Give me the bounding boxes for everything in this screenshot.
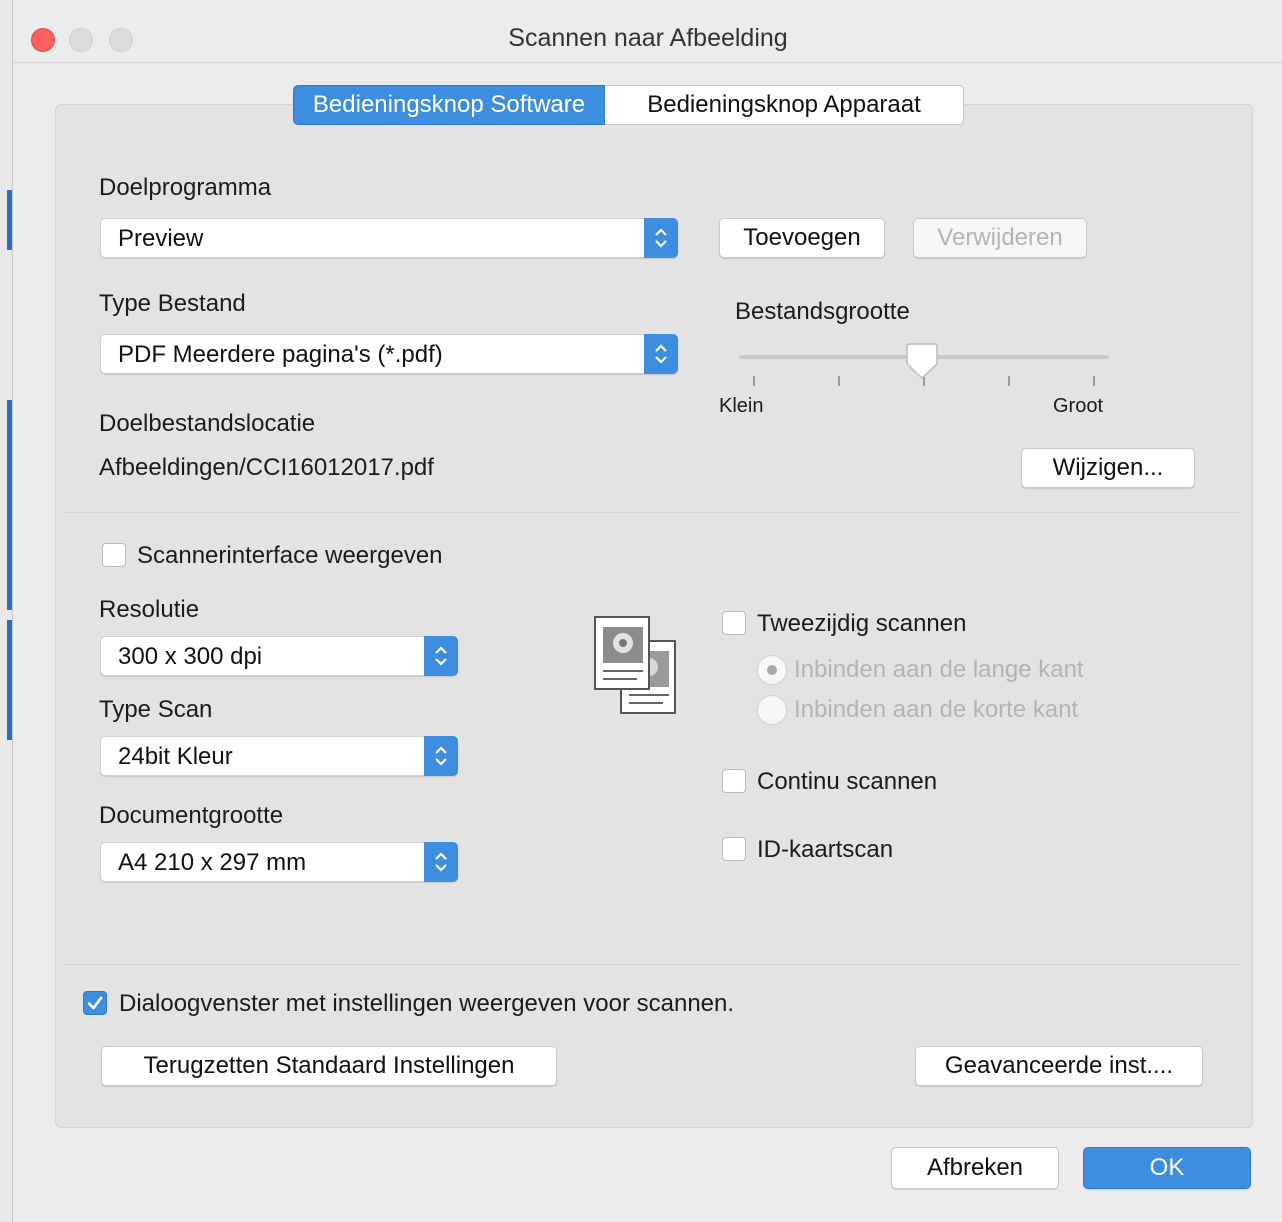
window-title: Scannen naar Afbeelding: [508, 24, 788, 52]
title-bar: Scannen naar Afbeelding: [13, 0, 1282, 63]
updown-chevron-icon: [424, 842, 458, 882]
resolution-select[interactable]: 300 x 300 dpi: [100, 636, 458, 676]
duplex-label: Tweezijdig scannen: [757, 610, 967, 637]
scan-dialog-window: Scannen naar Afbeelding Bedieningsknop S…: [12, 0, 1282, 1222]
updown-chevron-icon: [424, 736, 458, 776]
scan-type-select[interactable]: 24bit Kleur: [100, 736, 458, 776]
duplex-checkbox[interactable]: [722, 611, 746, 635]
file-size-min-label: Klein: [719, 395, 764, 417]
scan-type-value: 24bit Kleur: [118, 743, 233, 770]
show-dialog-checkbox[interactable]: [83, 991, 107, 1015]
remove-button[interactable]: Verwijderen: [913, 218, 1087, 258]
slider-tick: [1093, 376, 1095, 386]
long-edge-radio[interactable]: [757, 655, 787, 685]
show-dialog-label: Dialoogvenster met instellingen weergeve…: [119, 990, 735, 1017]
section-divider: [63, 964, 1241, 965]
advanced-settings-button[interactable]: Geavanceerde inst....: [915, 1046, 1203, 1086]
slider-tick: [838, 376, 840, 386]
checkmark-icon: [87, 996, 103, 1010]
tab-bar: Bedieningsknop Software Bedieningsknop A…: [293, 85, 964, 125]
resolution-value: 300 x 300 dpi: [118, 643, 263, 670]
file-size-slider-thumb[interactable]: [905, 342, 939, 385]
slider-tick: [1008, 376, 1010, 386]
background-window-edge: [0, 0, 12, 1222]
reset-defaults-button[interactable]: Terugzetten Standaard Instellingen: [101, 1046, 557, 1086]
continuous-scan-checkbox[interactable]: [722, 769, 746, 793]
resolution-label: Resolutie: [99, 596, 200, 623]
tab-device-button[interactable]: Bedieningsknop Apparaat: [605, 85, 964, 125]
long-edge-label: Inbinden aan de lange kant: [794, 656, 1084, 683]
updown-chevron-icon: [644, 218, 678, 258]
file-type-select[interactable]: PDF Meerdere pagina's (*.pdf): [100, 334, 678, 374]
document-size-value: A4 210 x 297 mm: [118, 849, 307, 876]
slider-tick: [753, 376, 755, 386]
cancel-button[interactable]: Afbreken: [891, 1147, 1059, 1189]
duplex-pages-icon: [593, 615, 679, 722]
destination-label: Doelbestandslocatie: [99, 410, 316, 437]
scanner-interface-checkbox[interactable]: [102, 543, 126, 567]
section-divider: [63, 512, 1241, 513]
updown-chevron-icon: [644, 334, 678, 374]
target-app-value: Preview: [118, 225, 204, 252]
target-app-select[interactable]: Preview: [100, 218, 678, 258]
destination-path: Afbeeldingen/CCI16012017.pdf: [99, 454, 434, 481]
continuous-scan-label: Continu scannen: [757, 768, 938, 795]
id-card-label: ID-kaartscan: [757, 836, 894, 863]
updown-chevron-icon: [424, 636, 458, 676]
add-button[interactable]: Toevoegen: [719, 218, 885, 258]
tab-software-button[interactable]: Bedieningsknop Software: [293, 85, 605, 125]
file-type-value: PDF Meerdere pagina's (*.pdf): [118, 341, 443, 368]
document-size-select[interactable]: A4 210 x 297 mm: [100, 842, 458, 882]
ok-button[interactable]: OK: [1083, 1147, 1251, 1189]
short-edge-label: Inbinden aan de korte kant: [794, 696, 1079, 723]
target-app-label: Doelprogramma: [99, 174, 272, 201]
change-button[interactable]: Wijzigen...: [1021, 448, 1195, 488]
file-size-max-label: Groot: [1053, 395, 1104, 417]
scanner-interface-label: Scannerinterface weergeven: [137, 542, 443, 569]
file-type-label: Type Bestand: [99, 290, 246, 317]
short-edge-radio[interactable]: [757, 695, 787, 725]
file-size-label: Bestandsgrootte: [735, 298, 910, 325]
id-card-checkbox[interactable]: [722, 837, 746, 861]
document-size-label: Documentgrootte: [99, 802, 284, 829]
scan-type-label: Type Scan: [99, 696, 213, 723]
